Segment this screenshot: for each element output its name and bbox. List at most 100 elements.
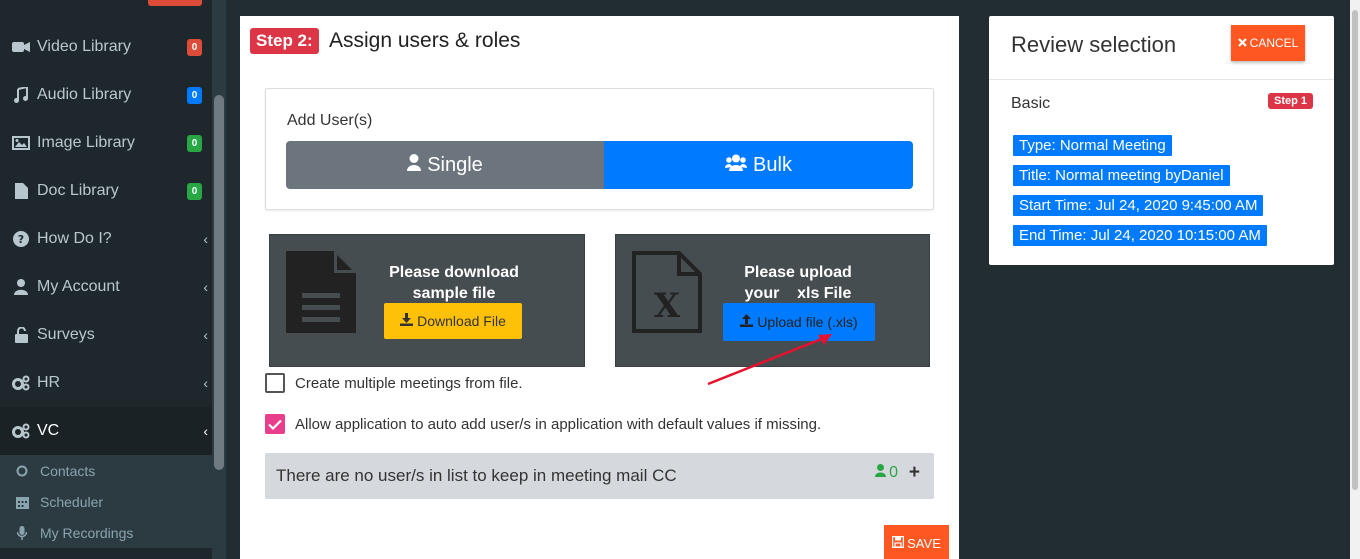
- sidebar-item-label: Image Library: [37, 134, 135, 151]
- sidebar-item-my-account[interactable]: My Account ‹: [0, 263, 212, 311]
- mail-cc-count: 0: [875, 464, 898, 482]
- user-icon: [11, 279, 31, 295]
- users-icon: [725, 154, 748, 177]
- review-title: Review selection: [1011, 32, 1177, 57]
- circle-icon: [14, 465, 30, 477]
- annotation-arrow: [707, 334, 832, 386]
- svg-text:?: ?: [18, 233, 24, 246]
- sidebar-item-how-do-i[interactable]: ? How Do I? ‹: [0, 215, 212, 263]
- image-icon: [11, 136, 31, 150]
- live-stream-badge: [148, 0, 202, 6]
- sidebar-item-label: How Do I?: [37, 230, 112, 247]
- bulk-label: Bulk: [753, 153, 792, 176]
- sidebar-item-doc-library[interactable]: Doc Library 0: [0, 167, 212, 215]
- chevron-left-icon: ‹: [203, 279, 208, 295]
- review-chip-title: Title: Normal meeting byDaniel: [1013, 165, 1230, 186]
- download-instructions: Please download sample file: [366, 262, 542, 304]
- save-button-label: SAVE: [907, 535, 941, 551]
- count-badge: 0: [187, 86, 202, 104]
- step-title: Assign users & roles: [329, 29, 521, 52]
- document-icon: [286, 251, 356, 338]
- add-cc-user-icon[interactable]: +: [909, 462, 920, 484]
- add-users-label: Add User(s): [287, 112, 373, 129]
- sidebar-item-label: Surveys: [37, 326, 95, 343]
- chevron-left-icon: ‹: [203, 231, 208, 247]
- sidebar-item-surveys[interactable]: Surveys ‹: [0, 311, 212, 359]
- microphone-icon: [14, 525, 30, 540]
- sidebar-item-label: VC: [37, 422, 60, 439]
- multiple-meetings-option[interactable]: Create multiple meetings from file.: [265, 373, 523, 393]
- upload-text-line-1: Please upload: [744, 264, 852, 281]
- cancel-button-label: CANCEL: [1249, 36, 1299, 50]
- download-sample-box: Please download sample file Download Fil…: [269, 234, 585, 367]
- sidebar-item-label: My Account: [37, 278, 120, 295]
- review-chip-start-time: Start Time: Jul 24, 2020 9:45:00 AM: [1013, 195, 1264, 216]
- auto-add-users-label: Allow application to auto add user/s in …: [295, 415, 822, 433]
- divider: [989, 79, 1334, 80]
- review-section-basic: Basic: [1011, 95, 1051, 112]
- sidebar-subitem-label: Contacts: [40, 462, 96, 479]
- excel-file-icon: X: [632, 251, 702, 338]
- sidebar-item-label: Video Library: [37, 38, 131, 55]
- download-button-label: Download File: [417, 313, 506, 329]
- close-icon: [1237, 36, 1247, 50]
- review-chip-type: Type: Normal Meeting: [1013, 135, 1172, 156]
- sidebar-subitem-scheduler[interactable]: Scheduler: [0, 486, 212, 517]
- add-users-card: Add User(s) Single Bulk: [265, 88, 934, 210]
- video-icon: [11, 41, 31, 53]
- music-icon: [11, 87, 31, 103]
- sidebar-subitem-my-recordings[interactable]: My Recordings: [0, 517, 212, 548]
- mail-cc-count-value: 0: [889, 464, 898, 481]
- single-label: Single: [427, 153, 483, 176]
- sidebar-scrollbar-thumb[interactable]: [214, 95, 224, 470]
- sidebar-item-vc[interactable]: VC ‹: [0, 407, 212, 455]
- question-circle-icon: ?: [11, 231, 31, 247]
- calendar-icon: [14, 495, 30, 509]
- sidebar-item-label: HR: [37, 374, 61, 391]
- upload-text-line-2: your xls File: [744, 285, 852, 302]
- upload-instructions: Please upload your xls File: [712, 262, 884, 304]
- cogs-icon: [11, 375, 31, 391]
- count-badge: 0: [187, 38, 202, 56]
- assign-users-panel: Step 2: Assign users & roles Add User(s)…: [240, 16, 959, 559]
- page-scrollbar-thumb[interactable]: [1352, 10, 1358, 490]
- sidebar-subitem-label: My Recordings: [40, 524, 134, 541]
- sidebar-subitem-contacts[interactable]: Contacts: [0, 455, 212, 486]
- cogs-icon: [11, 423, 31, 439]
- multiple-meetings-checkbox[interactable]: [265, 373, 285, 393]
- count-badge: 0: [187, 182, 202, 200]
- save-icon: [891, 535, 905, 551]
- step-label: Step 2:: [250, 28, 319, 54]
- chevron-left-icon: ‹: [203, 423, 208, 439]
- sidebar-item-label: Audio Library: [37, 86, 132, 103]
- single-user-button[interactable]: Single: [286, 141, 604, 189]
- review-selection-panel: Review selection CANCEL Basic Step 1 Typ…: [989, 16, 1334, 265]
- mail-cc-empty-text: There are no user/s in list to keep in m…: [276, 466, 677, 485]
- step-badge: Step 1: [1268, 93, 1314, 109]
- sidebar: Video Library 0 Audio Library 0 Image Li…: [0, 0, 226, 559]
- user-icon: [407, 153, 422, 177]
- download-icon: [400, 313, 414, 329]
- save-button[interactable]: SAVE: [884, 525, 949, 559]
- download-text-line-1: Please download: [389, 264, 519, 281]
- user-icon: [875, 464, 887, 482]
- unlock-icon: [11, 327, 31, 343]
- file-icon: [11, 183, 31, 199]
- sidebar-item-image-library[interactable]: Image Library 0: [0, 119, 212, 167]
- download-file-button[interactable]: Download File: [384, 303, 522, 339]
- bulk-users-button[interactable]: Bulk: [604, 141, 913, 189]
- cancel-button[interactable]: CANCEL: [1231, 25, 1305, 61]
- download-text-line-2: sample file: [412, 285, 496, 302]
- svg-text:X: X: [654, 286, 681, 326]
- sidebar-item-video-library[interactable]: Video Library 0: [0, 23, 212, 71]
- sidebar-item-label: Doc Library: [37, 182, 119, 199]
- sidebar-item-audio-library[interactable]: Audio Library 0: [0, 71, 212, 119]
- sidebar-item-hr[interactable]: HR ‹: [0, 359, 212, 407]
- chevron-left-icon: ‹: [203, 375, 208, 391]
- auto-add-users-checkbox[interactable]: [265, 414, 285, 434]
- chevron-left-icon: ‹: [203, 327, 208, 343]
- multiple-meetings-label: Create multiple meetings from file.: [295, 374, 523, 392]
- mail-cc-list: There are no user/s in list to keep in m…: [265, 453, 934, 499]
- review-chip-end-time: End Time: Jul 24, 2020 10:15:00 AM: [1013, 225, 1267, 246]
- auto-add-users-option[interactable]: Allow application to auto add user/s in …: [265, 414, 821, 434]
